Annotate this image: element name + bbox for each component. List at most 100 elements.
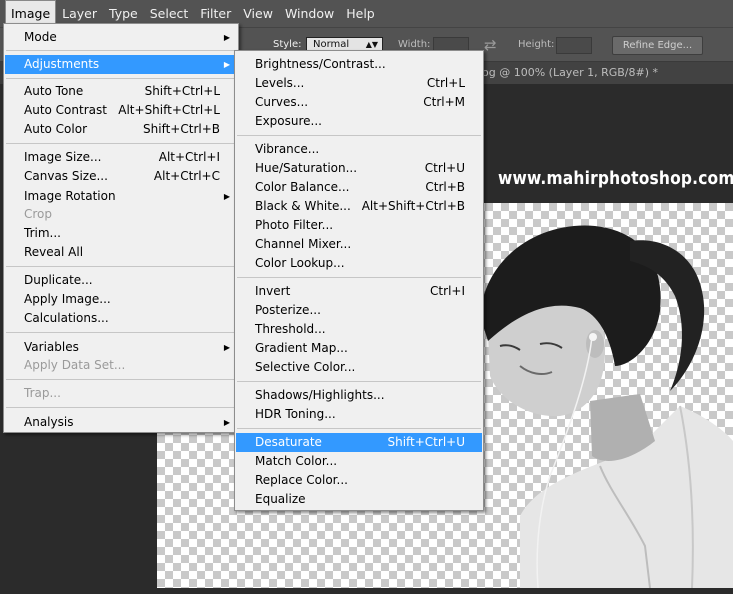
menu-item-label: Auto Color xyxy=(24,122,88,136)
menu-item-calculations[interactable]: Calculations... xyxy=(5,309,237,328)
menu-item-shortcut: Alt+Ctrl+C xyxy=(153,169,220,183)
menu-item-label: Image Rotation xyxy=(24,189,116,203)
menu-item-replace-color[interactable]: Replace Color... xyxy=(236,471,482,490)
menu-separator xyxy=(237,277,481,278)
menu-item-gradient-map[interactable]: Gradient Map... xyxy=(236,339,482,358)
style-label: Style: xyxy=(273,39,302,50)
menu-item-exposure[interactable]: Exposure... xyxy=(236,112,482,131)
menu-item-color-lookup[interactable]: Color Lookup... xyxy=(236,254,482,273)
menu-item-label: Variables xyxy=(24,340,79,354)
menu-item-shortcut: Alt+Ctrl+I xyxy=(158,150,220,164)
menu-item-black-white[interactable]: Black & White... Alt+Shift+Ctrl+B xyxy=(236,197,482,216)
menu-item-label: Levels... xyxy=(255,76,305,90)
menu-item-image-rotation[interactable]: Image Rotation ▶ xyxy=(5,187,237,206)
menu-item-label: Selective Color... xyxy=(255,360,356,374)
menu-item-label: Mode xyxy=(24,30,57,44)
menu-item-shortcut: Alt+Shift+Ctrl+B xyxy=(361,199,465,213)
menu-item-equalize[interactable]: Equalize xyxy=(236,490,482,509)
menu-item-hdr-toning[interactable]: HDR Toning... xyxy=(236,405,482,424)
menu-item-vibrance[interactable]: Vibrance... xyxy=(236,140,482,159)
menu-item-label: Color Balance... xyxy=(255,180,350,194)
menu-item-shortcut: Alt+Shift+Ctrl+L xyxy=(118,103,220,117)
menu-item-label: Crop xyxy=(24,207,53,221)
menu-help[interactable]: Help xyxy=(340,0,381,27)
menu-item-shortcut: Shift+Ctrl+B xyxy=(143,122,220,136)
menu-item-threshold[interactable]: Threshold... xyxy=(236,320,482,339)
menu-item-label: Hue/Saturation... xyxy=(255,161,358,175)
menu-item-label: Analysis xyxy=(24,415,74,429)
menu-item-desaturate[interactable]: Desaturate Shift+Ctrl+U xyxy=(236,433,482,452)
menu-item-apply-image[interactable]: Apply Image... xyxy=(5,290,237,309)
submenu-arrow-icon: ▶ xyxy=(223,33,230,42)
menu-item-label: Replace Color... xyxy=(255,473,348,487)
menu-item-label: Trap... xyxy=(24,386,61,400)
menu-item-shortcut: Ctrl+I xyxy=(430,284,465,298)
menu-window[interactable]: Window xyxy=(279,0,340,27)
menu-item-label: Apply Image... xyxy=(24,292,111,306)
adjustments-submenu: Brightness/Contrast... Levels... Ctrl+L C… xyxy=(234,50,484,511)
menu-item-selective-color[interactable]: Selective Color... xyxy=(236,358,482,377)
image-menu: Mode ▶ Adjustments ▶ Auto Tone Shift+Ctrl+L… xyxy=(3,23,239,433)
menu-item-apply-data-set: Apply Data Set... xyxy=(5,356,237,375)
menu-item-shadows-highlights[interactable]: Shadows/Highlights... xyxy=(236,386,482,405)
menu-item-label: Curves... xyxy=(255,95,309,109)
menu-item-reveal-all[interactable]: Reveal All xyxy=(5,243,237,262)
menu-item-canvas-size[interactable]: Canvas Size... Alt+Ctrl+C xyxy=(5,167,237,186)
submenu-arrow-icon: ▶ xyxy=(223,60,230,69)
menu-item-trap: Trap... xyxy=(5,384,237,403)
menu-item-match-color[interactable]: Match Color... xyxy=(236,452,482,471)
menu-item-label: Threshold... xyxy=(255,322,326,336)
menu-item-label: Exposure... xyxy=(255,114,322,128)
menu-item-label: Canvas Size... xyxy=(24,169,108,183)
menu-item-label: Invert xyxy=(255,284,291,298)
menu-separator xyxy=(237,428,481,429)
menu-item-label: Brightness/Contrast... xyxy=(255,57,386,71)
menu-item-label: Adjustments xyxy=(24,57,100,71)
menu-separator xyxy=(6,143,236,144)
menu-item-variables[interactable]: Variables ▶ xyxy=(5,338,237,357)
menu-item-label: Desaturate xyxy=(255,435,322,449)
menu-item-label: Black & White... xyxy=(255,199,351,213)
menu-item-duplicate[interactable]: Duplicate... xyxy=(5,271,237,290)
menu-item-auto-tone[interactable]: Auto Tone Shift+Ctrl+L xyxy=(5,82,237,101)
height-field[interactable] xyxy=(556,37,592,54)
menu-item-shortcut: Ctrl+L xyxy=(426,76,465,90)
menu-item-shortcut: Ctrl+B xyxy=(425,180,465,194)
menu-separator xyxy=(6,78,236,79)
menu-item-hue-saturation[interactable]: Hue/Saturation... Ctrl+U xyxy=(236,159,482,178)
menu-item-label: Channel Mixer... xyxy=(255,237,352,251)
menu-item-label: Equalize xyxy=(255,492,306,506)
menu-separator xyxy=(6,407,236,408)
style-value: Normal xyxy=(313,39,350,50)
menu-item-color-balance[interactable]: Color Balance... Ctrl+B xyxy=(236,178,482,197)
menu-separator xyxy=(6,379,236,380)
menu-item-brightness-contrast[interactable]: Brightness/Contrast... xyxy=(236,55,482,74)
menu-item-adjustments[interactable]: Adjustments ▶ xyxy=(5,55,237,74)
menu-view[interactable]: View xyxy=(237,0,279,27)
menu-item-label: Photo Filter... xyxy=(255,218,334,232)
menu-item-channel-mixer[interactable]: Channel Mixer... xyxy=(236,235,482,254)
menu-item-label: Auto Contrast xyxy=(24,103,107,117)
menu-item-label: Image Size... xyxy=(24,150,102,164)
menu-item-mode[interactable]: Mode ▶ xyxy=(5,28,237,47)
menu-item-label: Auto Tone xyxy=(24,84,84,98)
menu-item-label: Shadows/Highlights... xyxy=(255,388,385,402)
swap-dimensions-icon[interactable]: ⇄ xyxy=(484,36,497,54)
menu-item-label: Gradient Map... xyxy=(255,341,348,355)
menu-item-levels[interactable]: Levels... Ctrl+L xyxy=(236,74,482,93)
menu-separator xyxy=(6,50,236,51)
menu-separator xyxy=(237,381,481,382)
menu-item-label: Color Lookup... xyxy=(255,256,345,270)
menu-item-analysis[interactable]: Analysis ▶ xyxy=(5,413,237,432)
menu-item-trim[interactable]: Trim... xyxy=(5,224,237,243)
menu-item-label: Reveal All xyxy=(24,245,84,259)
menu-item-auto-color[interactable]: Auto Color Shift+Ctrl+B xyxy=(5,120,237,139)
menu-item-photo-filter[interactable]: Photo Filter... xyxy=(236,216,482,235)
menu-item-curves[interactable]: Curves... Ctrl+M xyxy=(236,93,482,112)
menu-item-invert[interactable]: Invert Ctrl+I xyxy=(236,282,482,301)
menu-item-crop: Crop xyxy=(5,205,237,224)
menu-item-posterize[interactable]: Posterize... xyxy=(236,301,482,320)
refine-edge-button[interactable]: Refine Edge... xyxy=(612,36,703,55)
menu-item-auto-contrast[interactable]: Auto Contrast Alt+Shift+Ctrl+L xyxy=(5,101,237,120)
menu-item-image-size[interactable]: Image Size... Alt+Ctrl+I xyxy=(5,148,237,167)
